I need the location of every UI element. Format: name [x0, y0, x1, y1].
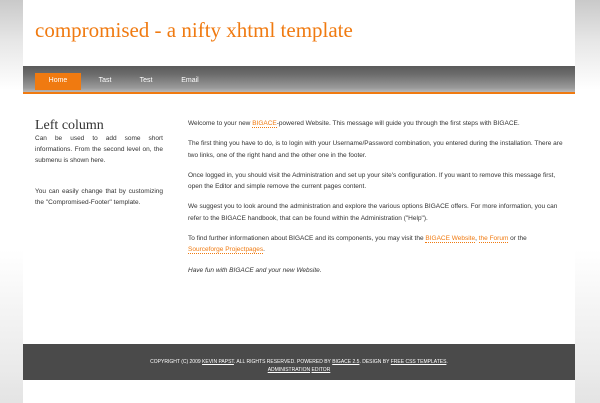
nav-item-tast[interactable]: Tast — [90, 73, 120, 90]
left-column: Left column Can be used to add some shor… — [35, 118, 163, 208]
main-content: Welcome to your new BIGACE-powered Websi… — [188, 118, 563, 285]
bigace-website-link[interactable]: BIGACE Website — [425, 235, 476, 244]
info-or: or the — [508, 235, 527, 243]
admin-paragraph: Once logged in, you should visit the Adm… — [188, 171, 556, 191]
info-end: . — [263, 246, 265, 254]
administration-link[interactable]: ADMINISTRATION — [268, 367, 310, 373]
welcome-text: Welcome to your new — [188, 120, 253, 127]
footer-admin-links: ADMINISTRATION EDITOR — [23, 367, 575, 374]
editor-link[interactable]: EDITOR — [312, 367, 331, 373]
nav-item-test[interactable]: Test — [131, 73, 161, 90]
left-column-text-2: You can easily change that by customizin… — [35, 188, 163, 206]
left-column-title: Left column — [35, 118, 104, 133]
explore-paragraph: We suggest you to look around the admini… — [188, 203, 558, 222]
have-fun-paragraph: Have fun with BIGACE and your new Websit… — [188, 266, 322, 274]
forum-link[interactable]: the Forum — [478, 235, 509, 244]
left-column-text: Can be used to add some short informatio… — [35, 135, 163, 164]
login-paragraph: The first thing you have to do, is to lo… — [188, 140, 563, 159]
author-link[interactable]: KEVIN PAPST — [202, 359, 234, 365]
footer-period: . — [446, 359, 448, 365]
footer: COPYRIGHT (C) 2009 KEVIN PAPST. ALL RIGH… — [23, 344, 575, 380]
main-navigation: Home Tast Test Email — [23, 66, 575, 94]
nav-item-home[interactable]: Home — [35, 73, 81, 90]
design-text: . DESIGN BY — [359, 359, 391, 365]
free-css-templates-link[interactable]: FREE CSS TEMPLATES — [391, 359, 447, 365]
info-paragraph: To find further informationen about BIGA… — [188, 233, 563, 256]
footer-copyright: COPYRIGHT (C) 2009 KEVIN PAPST. ALL RIGH… — [23, 359, 575, 366]
rights-text: . ALL RIGHTS RESERVED. POWERED BY — [233, 359, 333, 365]
bigace-link[interactable]: BIGACE — [252, 120, 277, 128]
welcome-paragraph: Welcome to your new BIGACE-powered Websi… — [188, 118, 563, 129]
copyright-text: COPYRIGHT (C) 2009 — [150, 359, 203, 365]
page-wrapper: compromised - a nifty xhtml template Hom… — [23, 0, 575, 403]
header: compromised - a nifty xhtml template — [23, 0, 575, 66]
nav-item-email[interactable]: Email — [173, 73, 207, 90]
info-text: To find further informationen about BIGA… — [188, 235, 426, 243]
bigace-version-link[interactable]: BIGACE 2.5 — [332, 359, 359, 365]
site-title[interactable]: compromised - a nifty xhtml template — [35, 18, 353, 43]
welcome-text-rest: -powered Website. This message will guid… — [276, 120, 520, 127]
sourceforge-link[interactable]: Sourceforge Projectpages — [188, 246, 264, 255]
